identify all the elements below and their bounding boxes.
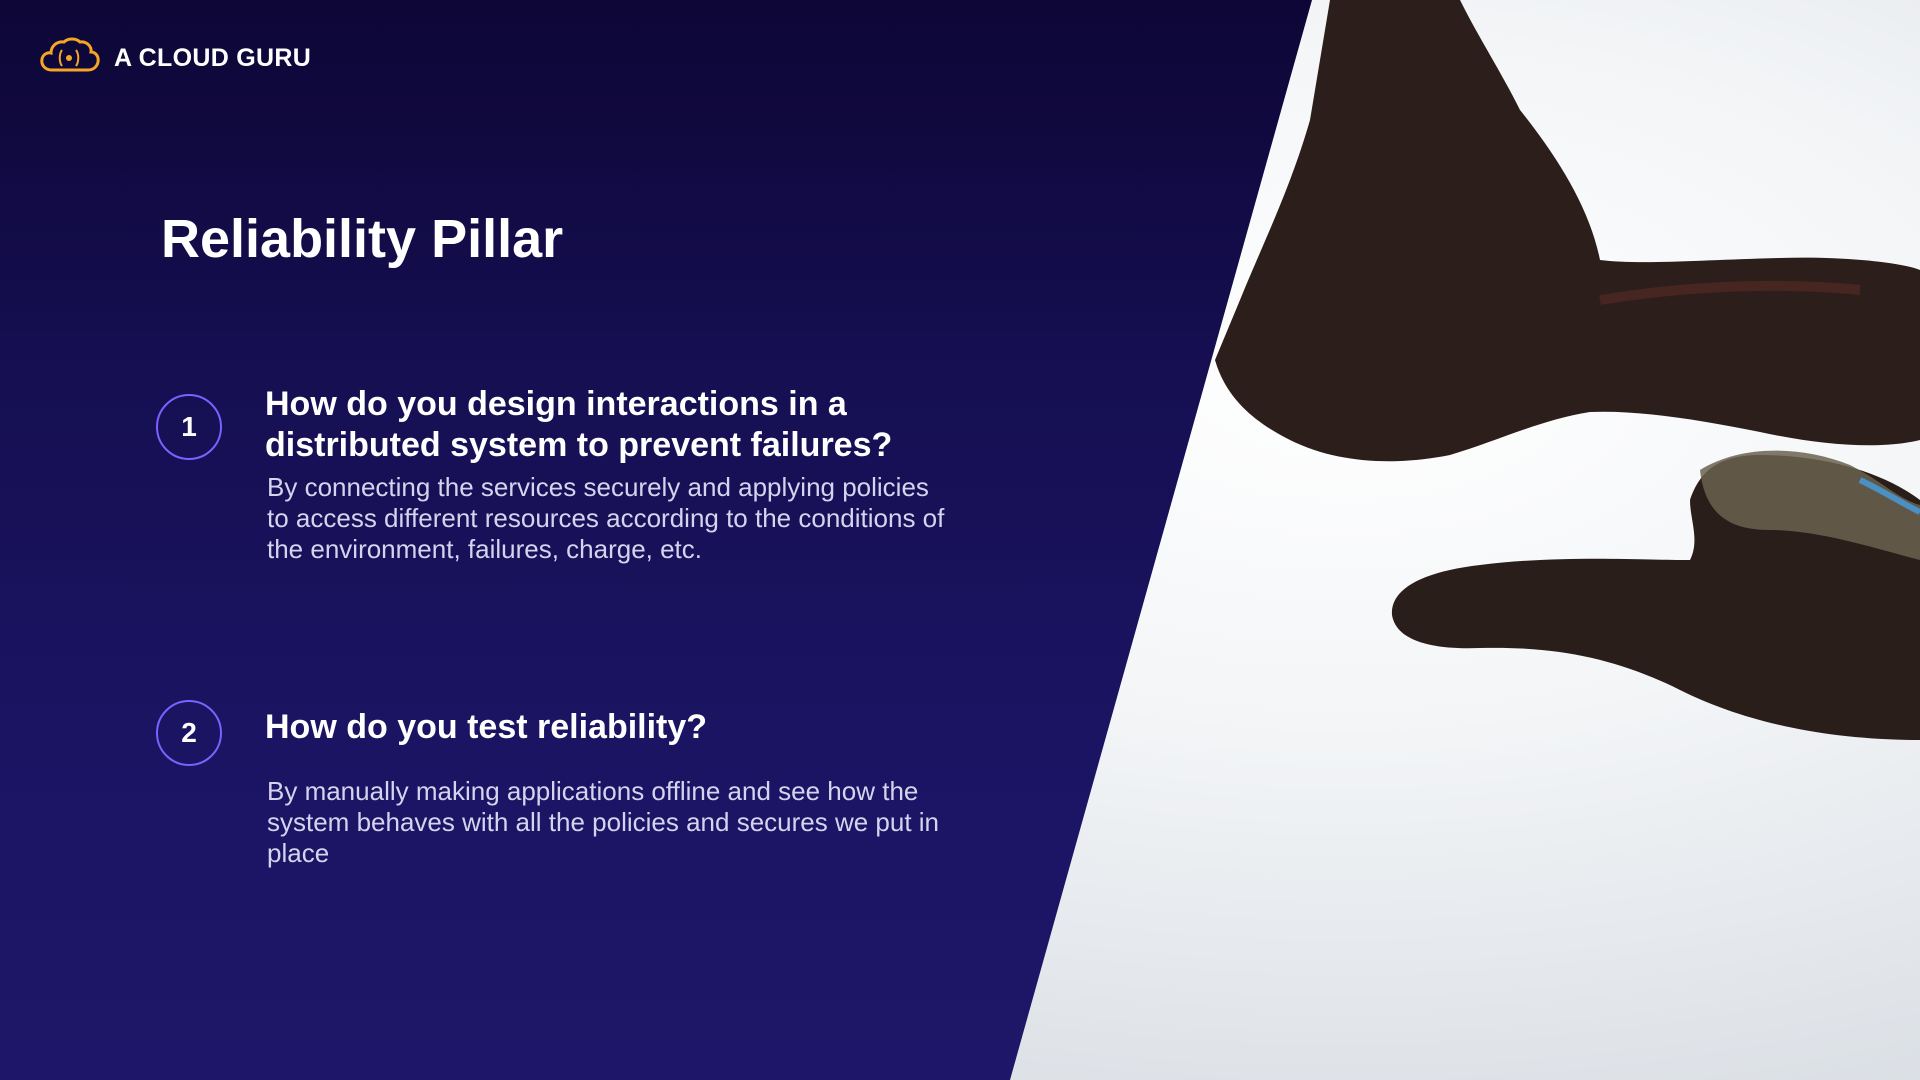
number-badge: 2 (156, 700, 222, 766)
answer-text: By connecting the services securely and … (267, 472, 945, 564)
question-heading: How do you design interactions in a dist… (265, 385, 893, 464)
cloud-logo-icon (38, 36, 102, 81)
answer-text: By manually making applications offline … (267, 776, 940, 868)
number-badge: 1 (156, 394, 222, 460)
brand-name: A CLOUD GURU (114, 44, 312, 72)
slide-title: Reliability Pillar (161, 209, 564, 269)
question-heading: How do you test reliability? (265, 708, 708, 746)
brand-logo[interactable]: A CLOUD GURU (38, 36, 311, 81)
